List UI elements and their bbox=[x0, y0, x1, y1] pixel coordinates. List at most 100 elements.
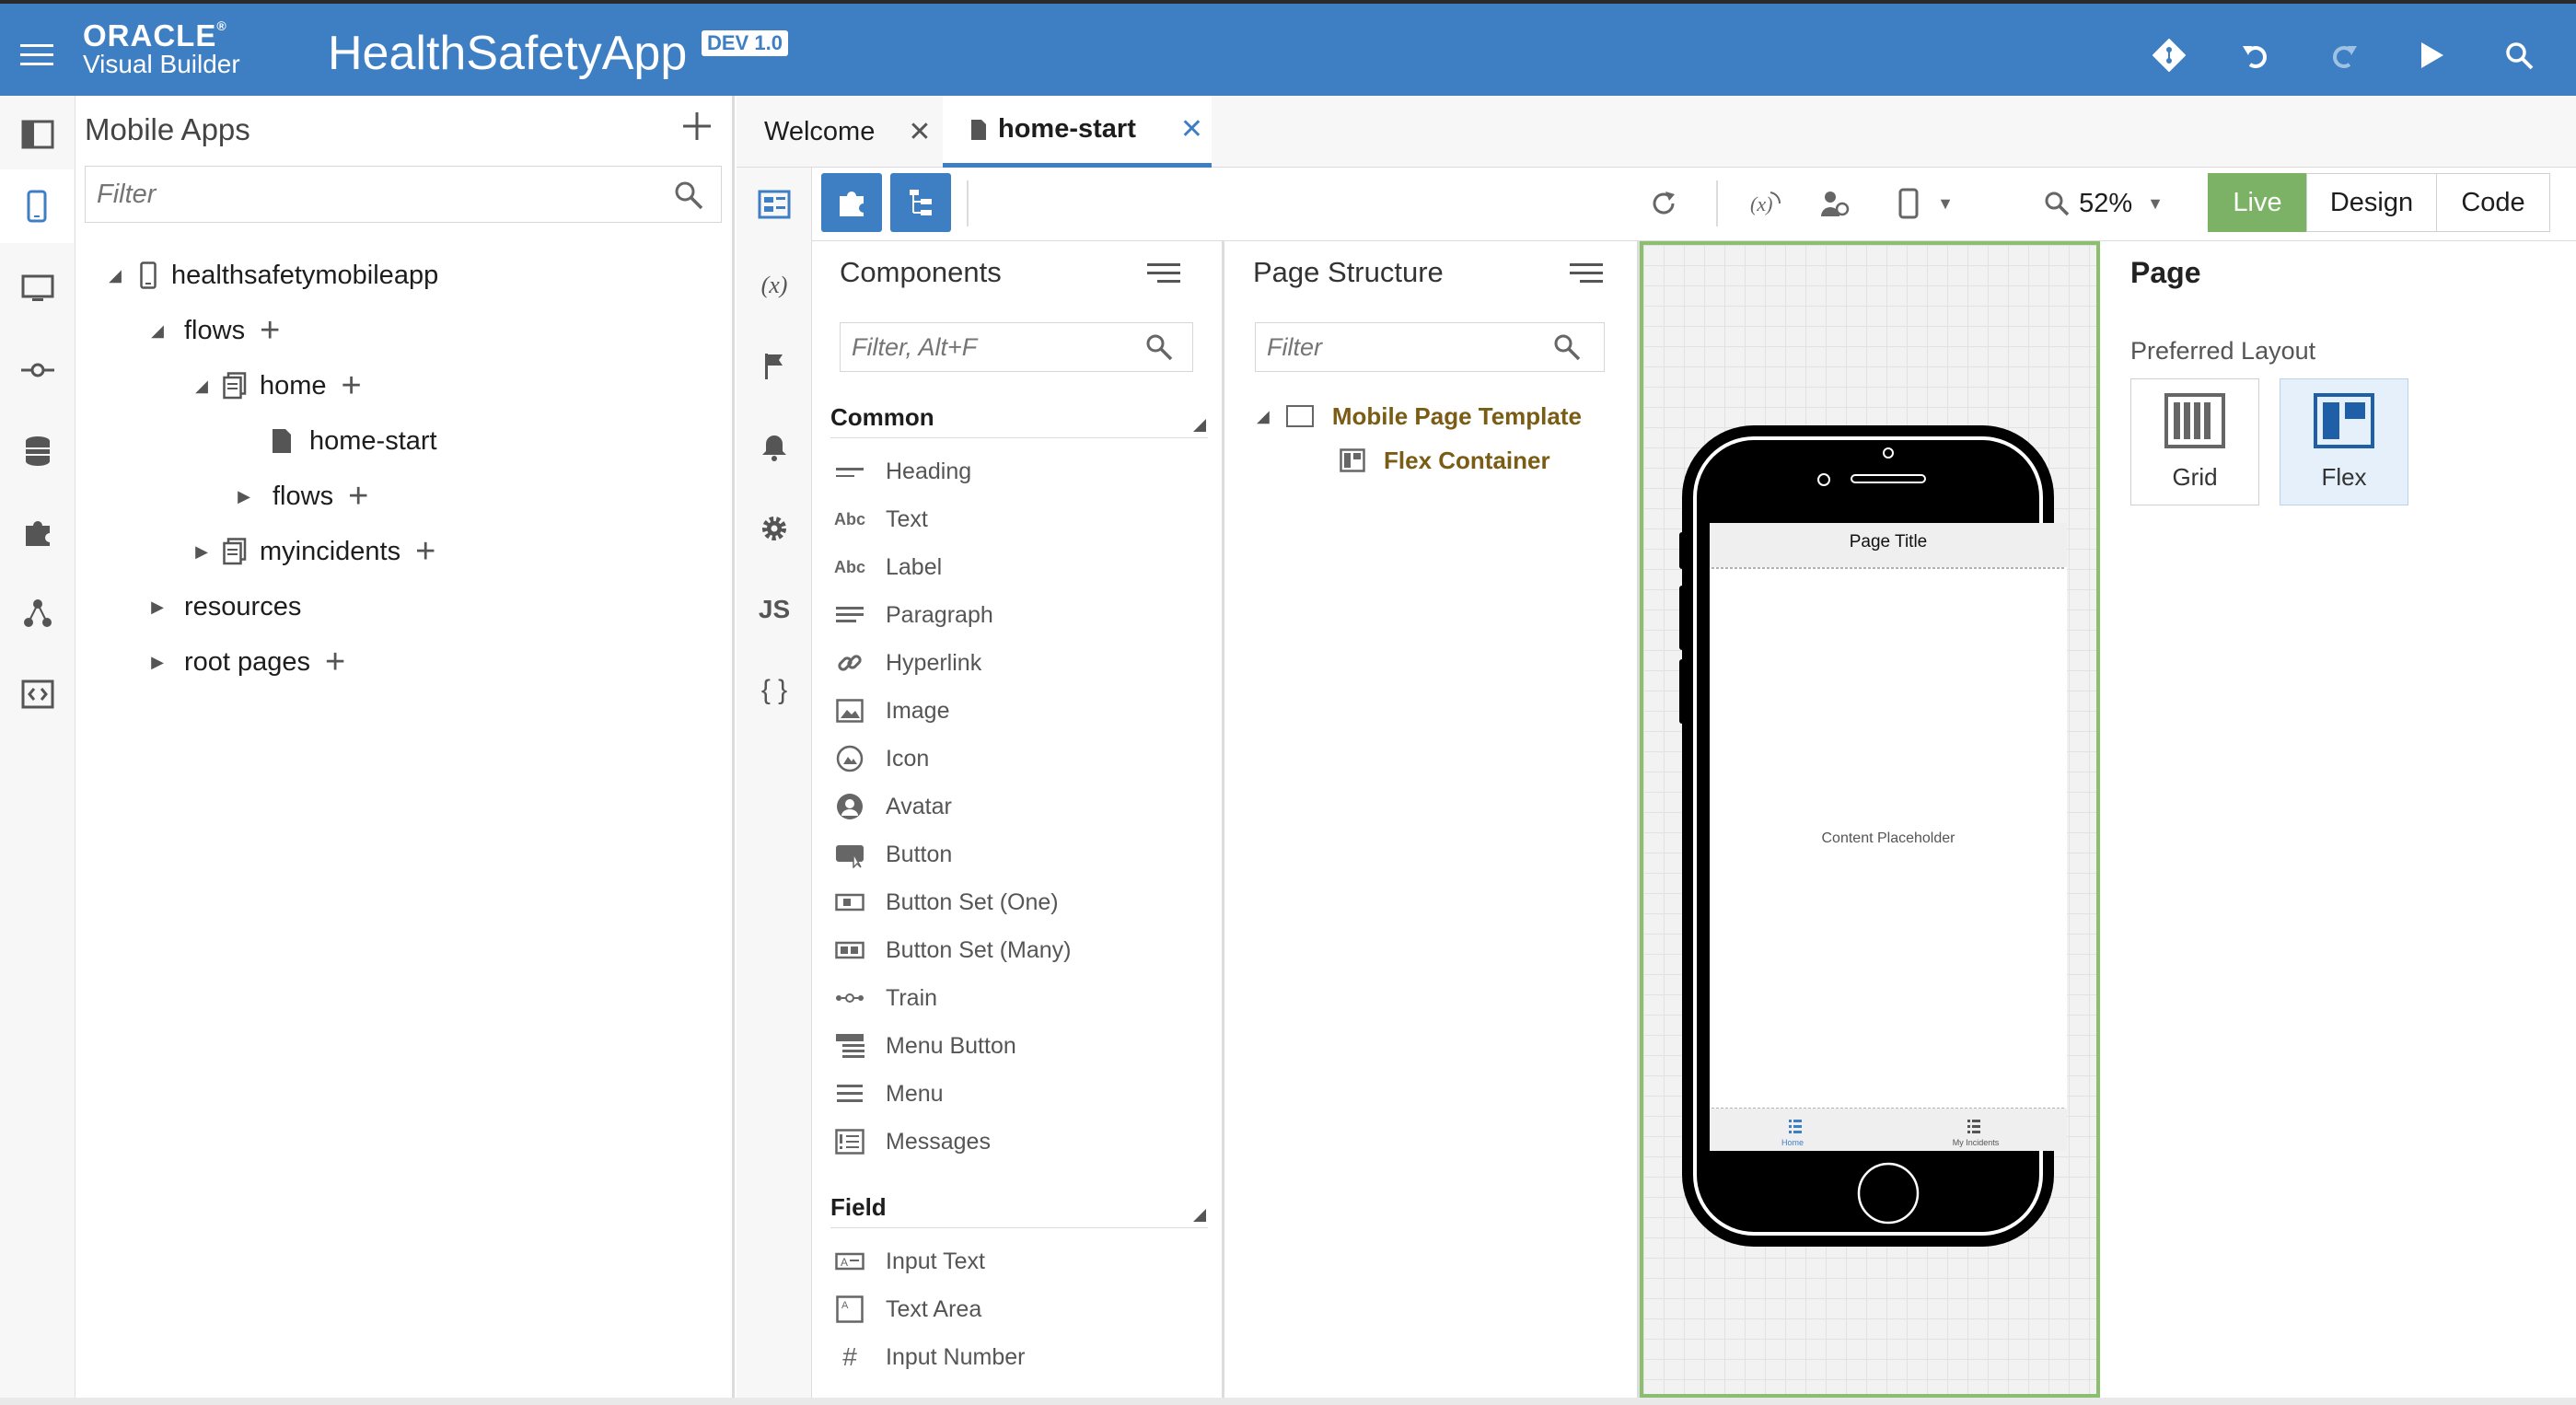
business-objects-icon[interactable] bbox=[0, 414, 75, 488]
web-apps-icon[interactable] bbox=[0, 252, 75, 326]
expanded-triangle-icon[interactable]: ◢ bbox=[188, 377, 215, 396]
component-hyperlink[interactable]: Hyperlink bbox=[834, 641, 981, 685]
layout-option-flex[interactable]: Flex bbox=[2280, 378, 2408, 505]
components-icon[interactable] bbox=[0, 495, 75, 569]
settings-gear-icon[interactable] bbox=[737, 492, 812, 565]
add-myincidents-plus-icon[interactable]: + bbox=[415, 534, 435, 569]
notifications-bell-icon[interactable] bbox=[737, 411, 812, 484]
expanded-triangle-icon[interactable]: ◢ bbox=[1257, 407, 1270, 426]
collapsed-triangle-icon[interactable]: ▶ bbox=[188, 542, 215, 562]
tree-node-nested-flows[interactable]: ▶ flows + bbox=[230, 473, 368, 519]
bottom-nav-incidents-label[interactable]: My Incidents bbox=[1925, 1138, 2026, 1147]
tree-node-root-pages[interactable]: ▶ root pages + bbox=[144, 639, 345, 685]
component-text-area[interactable]: A Text Area bbox=[834, 1287, 981, 1331]
tab-home-start-close-icon[interactable]: ✕ bbox=[1180, 113, 1203, 145]
structure-toggle-icon[interactable] bbox=[890, 173, 951, 232]
menu-list-icon bbox=[834, 1078, 865, 1109]
structure-node-mobile-page-template[interactable]: ◢ Mobile Page Template bbox=[1257, 396, 1582, 436]
tab-welcome-label: Welcome bbox=[764, 116, 876, 146]
search-icon[interactable] bbox=[2486, 22, 2552, 88]
git-icon[interactable] bbox=[2136, 22, 2202, 88]
navigator-filter-search-icon[interactable] bbox=[674, 180, 703, 210]
structure-filter-input[interactable] bbox=[1255, 322, 1605, 372]
component-paragraph[interactable]: Paragraph bbox=[834, 593, 993, 637]
run-icon[interactable] bbox=[2397, 22, 2464, 88]
tree-node-flows[interactable]: ◢ flows + bbox=[144, 308, 280, 354]
components-menu-icon[interactable] bbox=[1147, 263, 1180, 291]
component-avatar[interactable]: Avatar bbox=[834, 784, 952, 829]
component-menu[interactable]: Menu bbox=[834, 1072, 944, 1116]
refresh-icon[interactable] bbox=[1641, 180, 1687, 226]
editor-tab-bar: Welcome ✕ home-start ✕ bbox=[737, 96, 2576, 168]
expanded-triangle-icon[interactable]: ◢ bbox=[101, 266, 129, 285]
code-mode-button[interactable]: Code bbox=[2436, 173, 2550, 232]
component-button[interactable]: Button bbox=[834, 832, 952, 877]
component-menu-button[interactable]: Menu Button bbox=[834, 1024, 1016, 1068]
services-icon[interactable] bbox=[0, 333, 75, 407]
common-section-header[interactable]: Common bbox=[830, 398, 1208, 438]
add-root-page-plus-icon[interactable]: + bbox=[325, 644, 345, 679]
tree-node-app[interactable]: ◢ healthsafetymobileapp bbox=[101, 252, 438, 298]
design-canvas[interactable]: Page Title Content Placeholder Home My I… bbox=[1640, 241, 2100, 1398]
component-heading[interactable]: Heading bbox=[834, 449, 971, 493]
hamburger-menu-icon[interactable] bbox=[4, 22, 70, 88]
navigator-toggle-icon[interactable] bbox=[0, 98, 75, 171]
tree-node-resources[interactable]: ▶ resources bbox=[144, 584, 301, 630]
navigator-filter-input[interactable] bbox=[85, 166, 722, 223]
mobile-apps-icon[interactable] bbox=[0, 169, 74, 243]
user-roles-icon[interactable] bbox=[1812, 180, 1858, 226]
field-section-header[interactable]: Field bbox=[830, 1188, 1208, 1228]
add-flow-plus-icon[interactable]: + bbox=[260, 313, 280, 348]
tree-node-myincidents[interactable]: ▶ myincidents + bbox=[188, 528, 435, 575]
javascript-icon[interactable]: JS bbox=[737, 573, 812, 646]
add-page-plus-icon[interactable]: + bbox=[342, 368, 362, 403]
tab-welcome-close-icon[interactable]: ✕ bbox=[908, 116, 931, 148]
bottom-nav-home-label[interactable]: Home bbox=[1756, 1138, 1829, 1147]
content-placeholder[interactable]: Content Placeholder bbox=[1710, 830, 2067, 847]
add-app-plus-icon[interactable] bbox=[681, 110, 713, 142]
component-label[interactable]: Abc Label bbox=[834, 545, 942, 589]
component-image[interactable]: Image bbox=[834, 689, 949, 733]
device-size-dropdown[interactable]: ▼ bbox=[1889, 180, 1963, 226]
structure-menu-icon[interactable] bbox=[1570, 263, 1603, 291]
redo-icon[interactable] bbox=[2311, 22, 2377, 88]
section-collapse-icon[interactable] bbox=[1193, 1209, 1206, 1222]
components-filter-input[interactable] bbox=[840, 322, 1193, 372]
component-icon[interactable]: Icon bbox=[834, 737, 929, 781]
collapsed-triangle-icon[interactable]: ▶ bbox=[144, 598, 171, 617]
tab-welcome[interactable]: Welcome ✕ bbox=[737, 96, 941, 168]
component-text[interactable]: Abc Text bbox=[834, 497, 928, 541]
collapsed-triangle-icon[interactable]: ▶ bbox=[144, 653, 171, 672]
zoom-value: 52% bbox=[2079, 188, 2133, 218]
tree-label-resources: resources bbox=[184, 591, 302, 621]
tree-node-home-start[interactable]: home-start bbox=[271, 418, 437, 464]
component-messages[interactable]: Messages bbox=[834, 1120, 991, 1164]
tree-node-home[interactable]: ◢ home + bbox=[188, 363, 362, 409]
add-nested-flow-plus-icon[interactable]: + bbox=[348, 479, 368, 514]
component-input-text[interactable]: A Input Text bbox=[834, 1239, 985, 1283]
page-designer-icon[interactable] bbox=[737, 168, 812, 241]
components-palette-toggle-icon[interactable] bbox=[821, 173, 882, 232]
component-button-set-many[interactable]: Button Set (Many) bbox=[834, 928, 1071, 972]
processes-icon[interactable] bbox=[0, 576, 75, 650]
source-view-icon[interactable] bbox=[0, 657, 75, 731]
section-collapse-icon[interactable] bbox=[1193, 419, 1206, 432]
component-input-number[interactable]: # Input Number bbox=[834, 1335, 1025, 1379]
zoom-dropdown[interactable]: 52% ▼ bbox=[2035, 180, 2173, 226]
live-mode-button[interactable]: Live bbox=[2208, 173, 2307, 232]
undo-icon[interactable] bbox=[2222, 22, 2289, 88]
collapsed-triangle-icon[interactable]: ▶ bbox=[230, 487, 258, 506]
layout-option-grid[interactable]: Grid bbox=[2130, 378, 2259, 505]
structure-node-flex-container[interactable]: Flex Container bbox=[1340, 440, 1550, 481]
expanded-triangle-icon[interactable]: ◢ bbox=[144, 321, 171, 341]
json-icon[interactable]: { } bbox=[737, 654, 812, 727]
variables-preview-icon[interactable]: (x) bbox=[1742, 180, 1788, 226]
components-filter-search-icon[interactable] bbox=[1145, 333, 1173, 361]
structure-filter-search-icon[interactable] bbox=[1553, 333, 1581, 361]
tab-home-start[interactable]: home-start ✕ bbox=[943, 96, 1212, 168]
design-mode-button[interactable]: Design bbox=[2306, 173, 2437, 232]
component-train[interactable]: Train bbox=[834, 976, 937, 1020]
events-flag-icon[interactable] bbox=[737, 330, 812, 403]
variables-icon[interactable]: (x) bbox=[737, 249, 812, 322]
component-button-set-one[interactable]: Button Set (One) bbox=[834, 880, 1059, 924]
